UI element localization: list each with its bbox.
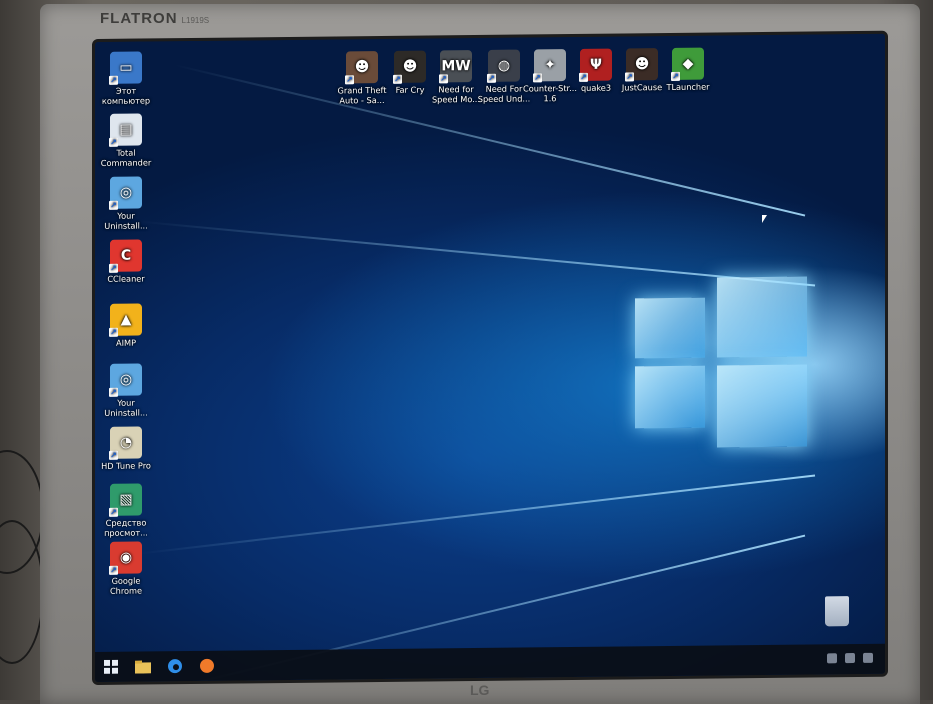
windows-logo-pane [717,364,807,448]
media-button[interactable] [191,651,223,681]
desktop-icon[interactable]: ◔ ↗ HD Tune Pro [95,426,157,471]
edge-icon [168,659,182,674]
counter-strike-icon: ✦ ↗ [533,49,566,83]
desktop-icon[interactable]: ▲ ↗ AIMP [95,303,157,348]
shortcut-arrow-icon: ↗ [393,74,402,84]
desktop-icon[interactable]: ◆ ↗ TLauncher [657,47,719,92]
file-explorer-button[interactable] [127,651,159,681]
shortcut-arrow-icon: ↗ [109,387,118,397]
wallpaper-beam [138,220,816,287]
far-cry-icon: ☻ ↗ [393,50,426,84]
shortcut-arrow-icon: ↗ [109,450,118,460]
recycle-bin-icon[interactable] [825,596,849,627]
shortcut-arrow-icon: ↗ [533,73,542,83]
desktop-icon-label: Средство просмот... [104,517,148,538]
monitor-model: L1919S [181,16,210,25]
system-tray[interactable] [827,652,873,664]
windows-logo-pane [635,365,705,429]
chrome-icon: ◉ ↗ [109,541,142,575]
shortcut-arrow-icon: ↗ [109,565,118,575]
network-icon[interactable] [845,653,855,664]
start-button[interactable] [95,652,127,682]
shortcut-arrow-icon: ↗ [109,507,118,517]
computer-icon: ▭ ↗ [109,51,142,85]
folder-icon [135,660,151,674]
desktop-icon-label: Your Uninstall... [104,397,148,418]
desktop-icon[interactable]: ◎ ↗ Your Uninstall... [95,363,157,418]
photo-viewer-icon: ▧ ↗ [109,483,142,517]
desktop-icon[interactable]: ▭ ↗ Этот компьютер [95,51,157,106]
your-uninstaller-icon: ◎ ↗ [109,363,142,397]
lg-logo: LG [470,682,490,698]
aimp-icon: ▲ ↗ [109,303,142,337]
desktop-icon[interactable]: ◎ ↗ Your Uninstall... [95,176,157,231]
shortcut-arrow-icon: ↗ [109,263,118,273]
nfs-underground-icon: ◍ ↗ [487,49,520,83]
nfs-mw-icon: MW ↗ [439,50,472,84]
wallpaper-beam [138,474,816,555]
desktop-screen[interactable]: ▭ ↗ Этот компьютер ▤ ↗ Total Commander ◎ ↗ Your … [95,33,885,683]
desktop-icon-label: Google Chrome [109,575,143,596]
desktop-icon[interactable]: ▤ ↗ Total Commander [95,113,157,168]
shortcut-arrow-icon: ↗ [439,74,448,84]
tray-arrow-icon[interactable] [827,653,837,664]
desktop-icon-label: HD Tune Pro [101,460,151,471]
tlauncher-icon: ◆ ↗ [671,47,704,81]
aimp-taskbar-icon [200,658,214,673]
desktop-icon-label: Total Commander [100,147,152,168]
ccleaner-icon: C ↗ [109,239,142,273]
shortcut-arrow-icon: ↗ [109,327,118,337]
desktop-icon-label: CCleaner [107,273,145,284]
shortcut-arrow-icon: ↗ [109,137,118,147]
desktop-icon[interactable]: ▧ ↗ Средство просмот... [95,483,157,538]
monitor-brand: FLATRON L1919S [100,10,209,27]
hd-tune-icon: ◔ ↗ [109,426,142,460]
gta-sa-icon: ☻ ↗ [345,51,378,85]
desktop-icon-label: Your Uninstall... [104,210,148,231]
shortcut-arrow-icon: ↗ [579,72,588,82]
your-uninstaller-icon: ◎ ↗ [109,176,142,210]
shortcut-arrow-icon: ↗ [671,71,680,81]
desktop-icon[interactable]: C ↗ CCleaner [95,239,157,284]
just-cause-icon: ☻ ↗ [625,48,658,82]
shortcut-arrow-icon: ↗ [109,200,118,210]
edge-button[interactable] [159,651,191,681]
total-commander-icon: ▤ ↗ [109,113,142,147]
shortcut-arrow-icon: ↗ [487,73,496,83]
shortcut-arrow-icon: ↗ [625,72,634,82]
quake3-icon: Ψ ↗ [579,48,612,82]
windows-logo-icon [104,659,118,674]
desktop-icon-label: TLauncher [666,81,710,93]
desktop-icon[interactable]: ◉ ↗ Google Chrome [95,541,157,596]
desktop-icon-label: AIMP [115,337,137,348]
monitor-brand-name: FLATRON [100,10,178,27]
windows-logo-pane [635,297,705,359]
shortcut-arrow-icon: ↗ [345,75,354,85]
mouse-cursor-icon [762,214,767,224]
windows-logo-pane [717,276,807,358]
desktop-icon-label: Этот компьютер [101,85,151,106]
shortcut-arrow-icon: ↗ [109,75,118,85]
volume-icon[interactable] [863,652,873,663]
